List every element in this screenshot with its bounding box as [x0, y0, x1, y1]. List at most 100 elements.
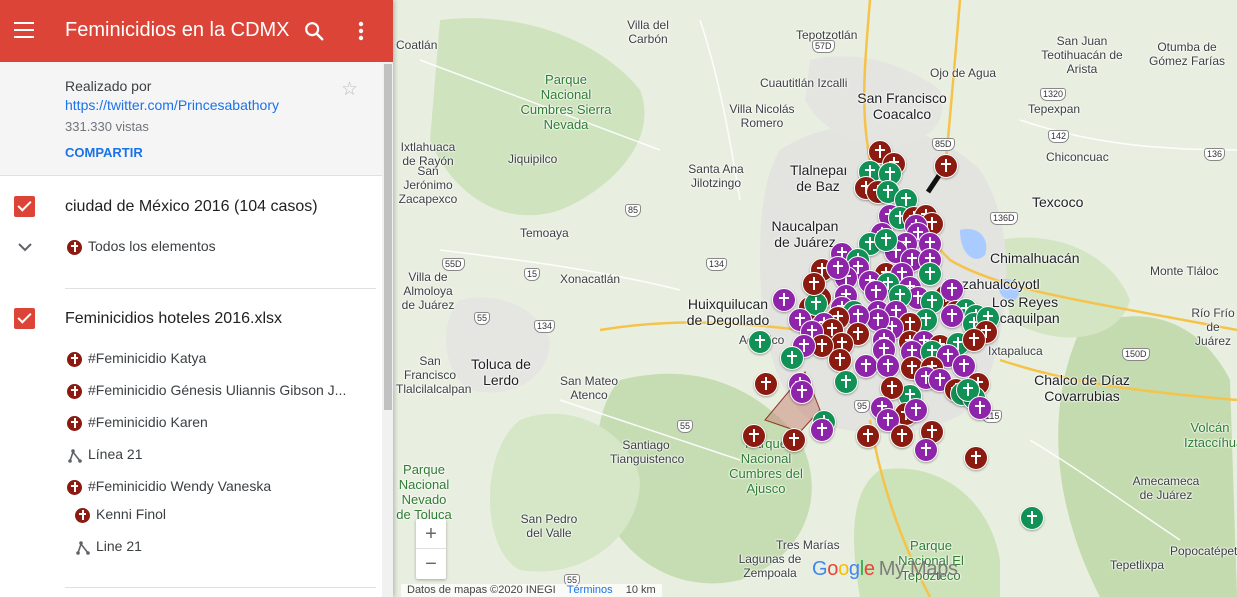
highway-shield: 15: [524, 268, 541, 281]
google-logo-text: Google: [812, 558, 875, 580]
share-button[interactable]: COMPARTIR: [65, 145, 143, 160]
cross-marker-icon[interactable]: [810, 418, 834, 442]
cross-pin-icon: [67, 352, 82, 367]
layer-1-title: ciudad de México 2016 (104 casos): [65, 198, 318, 215]
cross-marker-icon[interactable]: [1020, 506, 1044, 530]
terms-link[interactable]: Términos: [567, 584, 613, 596]
cross-marker-icon[interactable]: [856, 424, 880, 448]
highway-shield: 85: [625, 204, 642, 217]
place-label: Otumba de Gómez Farías: [1148, 40, 1226, 68]
place-label: Parque Nacional Nevado de Toluca: [396, 462, 452, 522]
place-label: Temoaya: [520, 226, 569, 240]
cross-marker-icon[interactable]: [940, 304, 964, 328]
list-item-label: #Feminicidio Karen: [88, 414, 208, 430]
highway-shield: 150D: [1122, 348, 1150, 361]
highway-shield: 57D: [812, 40, 835, 53]
cross-marker-icon[interactable]: [934, 154, 958, 178]
cross-marker-icon[interactable]: [790, 380, 814, 404]
list-item-label: Todos los elementos: [88, 238, 216, 254]
place-label: Popocatépetl: [1170, 544, 1237, 558]
more-vert-icon[interactable]: [352, 20, 370, 42]
place-label: Lagunas de Zempoala: [738, 552, 802, 580]
cross-marker-icon[interactable]: [780, 346, 804, 370]
highway-shield: 136D: [990, 212, 1018, 225]
cross-marker-icon[interactable]: [876, 354, 900, 378]
cross-marker-icon[interactable]: [742, 424, 766, 448]
cross-pin-icon: [75, 508, 90, 523]
cross-marker-icon[interactable]: [802, 272, 826, 296]
list-item-label: Línea 21: [88, 446, 143, 462]
zoom-out-button[interactable]: −: [416, 549, 446, 579]
place-label: Volcán Iztaccíhuatl: [1184, 420, 1237, 450]
list-item-label: Kenni Finol: [96, 506, 167, 522]
place-label: Tres Marías: [776, 538, 840, 552]
map-attribution: Datos de mapas ©2020 INEGI: [407, 584, 556, 596]
chevron-down-icon[interactable]: [17, 242, 33, 252]
place-label: San Jerónimo Zacapexco: [398, 164, 458, 206]
cross-marker-icon[interactable]: [964, 446, 988, 470]
scrollbar-thumb[interactable]: [384, 64, 392, 410]
highway-shield: 1320: [1040, 88, 1067, 101]
search-icon[interactable]: [303, 20, 325, 42]
cross-marker-icon[interactable]: [962, 328, 986, 352]
layer-2-title: Feminicidios hoteles 2016.xlsx: [65, 310, 282, 327]
place-label: San Mateo Atenco: [559, 374, 619, 402]
list-item-label: #Feminicidio Katya: [88, 350, 207, 366]
map-footer: Datos de mapas ©2020 INEGI Términos 10 k…: [401, 584, 662, 597]
cross-marker-icon[interactable]: [904, 398, 928, 422]
cross-marker-icon[interactable]: [828, 348, 852, 372]
cross-marker-icon[interactable]: [748, 330, 772, 354]
panel-header: Feminicidios en la CDMX: [0, 0, 393, 62]
map-title: Feminicidios en la CDMX: [65, 19, 290, 41]
place-label: Chiconcuac: [1046, 150, 1109, 164]
star-icon[interactable]: ☆: [341, 78, 358, 101]
cross-marker-icon[interactable]: [754, 372, 778, 396]
cross-marker-icon[interactable]: [826, 256, 850, 280]
cross-pin-icon: [67, 480, 82, 495]
zoom-control: + −: [416, 519, 446, 579]
layer-divider: [65, 587, 376, 588]
cross-marker-icon[interactable]: [890, 424, 914, 448]
cross-marker-icon[interactable]: [874, 228, 898, 252]
my-maps-logo-text: My Maps: [878, 558, 958, 580]
place-label: Texcoco: [1032, 194, 1084, 210]
place-label: Ixtlahuaca de Rayón: [400, 140, 456, 168]
place-label: Xonacatlán: [560, 272, 621, 286]
place-label: Ojo de Agua: [930, 66, 997, 80]
layer-1-checkbox[interactable]: [14, 196, 35, 217]
place-label: Monte Tláloc: [1150, 264, 1219, 278]
menu-icon[interactable]: [14, 22, 34, 38]
cross-marker-icon[interactable]: [834, 370, 858, 394]
cross-pin-icon: [67, 240, 82, 255]
place-label: San Francisco Coacalco: [857, 90, 947, 122]
place-label: Parque Nacional Cumbres Sierra Nevada: [520, 72, 612, 132]
author-label: Realizado por: [65, 78, 152, 94]
place-label: Villa de Almoloya de Juárez: [401, 270, 455, 312]
cross-marker-icon[interactable]: [782, 428, 806, 452]
panel-scrollbar[interactable]: [382, 62, 393, 597]
zoom-in-button[interactable]: +: [416, 519, 446, 549]
place-label: Tlalnepantla de Baz: [790, 162, 846, 194]
map-info: Realizado por https://twitter.com/Prince…: [0, 62, 393, 176]
scale-bar: 10 km: [625, 584, 656, 596]
highway-shield: 85D: [932, 138, 955, 151]
highway-shield: 55: [677, 420, 694, 433]
cross-marker-icon[interactable]: [914, 438, 938, 462]
cross-marker-icon[interactable]: [968, 396, 992, 420]
cross-marker-icon[interactable]: [772, 288, 796, 312]
place-label: Villa del Carbón: [627, 18, 669, 46]
place-label: Chimalhuacán: [990, 250, 1080, 266]
highway-shield: 134: [534, 320, 556, 333]
legend-panel: Feminicidios en la CDMX Realizado por ht…: [0, 0, 393, 597]
place-label: Villa Nicolás Romero: [729, 102, 795, 130]
place-label: Toluca de Lerdo: [471, 356, 531, 388]
cross-marker-icon[interactable]: [854, 354, 878, 378]
cross-marker-icon[interactable]: [918, 262, 942, 286]
place-label: Tepetlixpa: [1110, 558, 1165, 572]
highway-shield: 134: [706, 258, 728, 271]
highway-shield: 142: [1048, 130, 1070, 143]
place-label: Jiquipilco: [508, 152, 558, 166]
layer-2-checkbox[interactable]: [14, 308, 35, 329]
highway-shield: 136: [1204, 148, 1226, 161]
author-link[interactable]: https://twitter.com/Princesabathory: [65, 97, 279, 113]
